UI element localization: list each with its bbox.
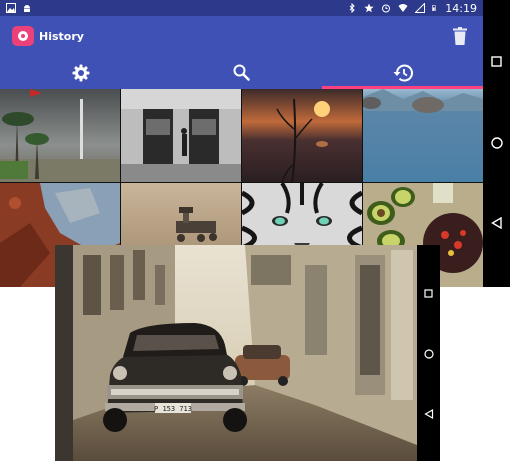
recents-icon[interactable] (417, 289, 440, 298)
search-icon (233, 64, 250, 81)
palm-plaza-photo[interactable] (0, 89, 120, 182)
tab-history[interactable] (322, 56, 483, 89)
trash-icon[interactable] (453, 27, 467, 45)
history-icon (393, 64, 413, 81)
camera-icon (12, 26, 34, 46)
page-title: History (39, 29, 84, 43)
system-navigation-bar (483, 0, 510, 287)
home-icon[interactable] (483, 137, 510, 149)
wifi-icon (398, 4, 408, 12)
star-icon (364, 3, 374, 13)
tab-search[interactable] (161, 56, 322, 89)
fullscreen-photo[interactable]: P 153 713 (55, 245, 417, 461)
app-screen: 14:19 History (0, 0, 483, 287)
home-icon[interactable] (417, 349, 440, 359)
app-bar: History (0, 16, 483, 56)
phone-device: 14:19 History (0, 0, 510, 287)
tab-settings[interactable] (0, 56, 161, 89)
battery-icon (432, 5, 436, 11)
sunset-plant-photo[interactable] (242, 89, 362, 182)
android-icon (24, 5, 30, 12)
signal-icon (415, 3, 426, 13)
bluetooth-icon (349, 3, 356, 13)
doorway-bw-photo[interactable] (121, 89, 241, 182)
image-icon (6, 3, 16, 13)
system-navigation-bar-preview (417, 245, 440, 461)
back-icon[interactable] (483, 217, 510, 229)
recents-icon[interactable] (483, 56, 510, 67)
phone-device-preview: P 153 713 (55, 245, 440, 461)
settings-icon (72, 64, 89, 81)
status-time: 14:19 (445, 1, 477, 15)
tab-bar (0, 56, 483, 89)
blue-lake-rocks-photo[interactable] (363, 89, 483, 182)
alarm-icon (382, 4, 391, 13)
license-plate: P 153 713 (154, 405, 192, 413)
back-icon[interactable] (417, 409, 440, 419)
status-bar: 14:19 (0, 0, 483, 16)
